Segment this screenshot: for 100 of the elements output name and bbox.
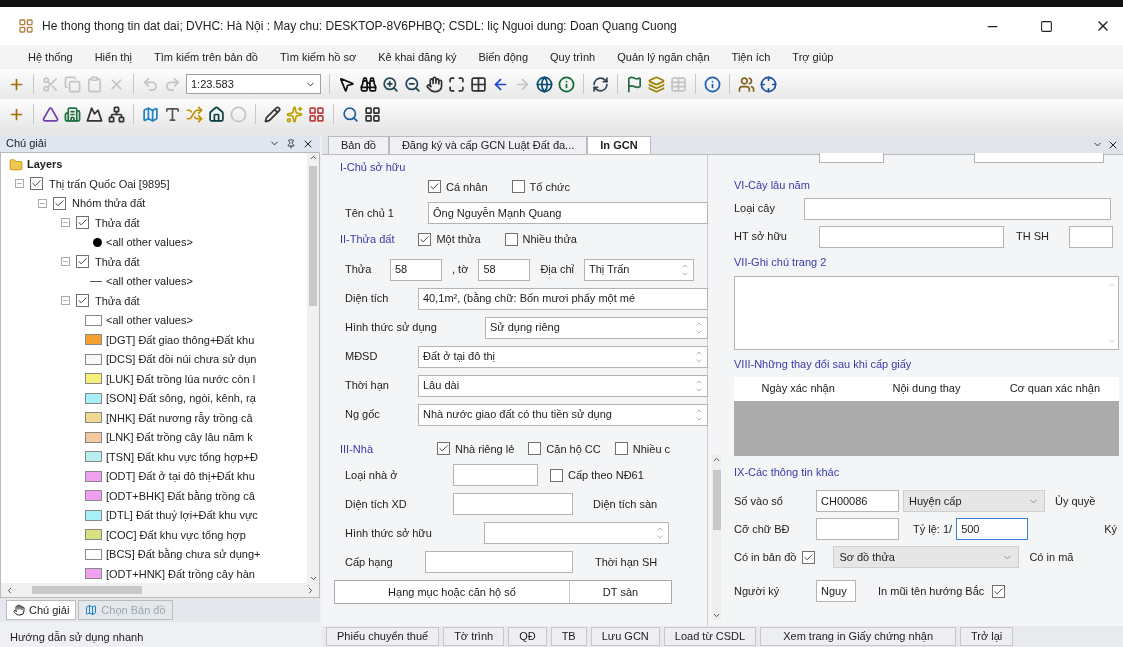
layer-label[interactable]: Thửa đất [95, 253, 140, 270]
globe-icon[interactable] [536, 75, 553, 93]
menu-item[interactable]: Quản lý ngăn chặn [617, 48, 710, 66]
input-field[interactable]: Đất ở tại đô thị [418, 345, 708, 368]
input-field[interactable] [484, 522, 669, 544]
layer-checkbox[interactable] [76, 216, 89, 230]
checkbox[interactable] [528, 442, 542, 456]
layer-checkbox[interactable] [30, 177, 43, 191]
home-icon[interactable] [208, 105, 225, 123]
input-field[interactable]: Sử dụng riêng [485, 316, 708, 339]
action-button[interactable]: QĐ [508, 627, 547, 646]
info-icon[interactable] [558, 75, 575, 93]
checkbox[interactable] [992, 584, 1006, 598]
pointer-icon[interactable] [338, 75, 355, 93]
menu-item[interactable]: Biến động [478, 48, 528, 66]
menu-item[interactable]: Tìm kiếm hồ sơ [279, 48, 357, 66]
menu-item[interactable]: Tiện ích [731, 48, 771, 66]
panel-tab[interactable]: Chú giải [6, 600, 77, 620]
text-icon[interactable] [164, 105, 181, 123]
users-icon[interactable] [738, 75, 755, 93]
input-field[interactable] [425, 551, 573, 573]
action-button[interactable]: TB [550, 627, 587, 646]
input-field[interactable] [804, 197, 1111, 220]
column-header[interactable]: Cơ quan xác nhận [990, 376, 1119, 401]
input-field[interactable]: Thị Trấn [584, 258, 694, 281]
layer-checkbox[interactable] [76, 294, 89, 308]
input-field[interactable]: 58 [390, 258, 442, 281]
scale-combo[interactable]: 1:23.583 [186, 74, 321, 94]
action-button[interactable]: Phiếu chuyển thuế [326, 627, 440, 646]
network-icon[interactable] [108, 105, 125, 123]
column-header[interactable]: Ngày xác nhận [734, 376, 863, 401]
vertical-scrollbar[interactable] [307, 153, 319, 583]
checkbox[interactable] [504, 232, 518, 246]
layer-checkbox[interactable] [53, 196, 66, 210]
zoom-out-icon[interactable] [404, 75, 421, 93]
input-field[interactable]: 40,1m², (bằng chữ: Bốn mươi phẩy một mé [418, 287, 708, 310]
input-field[interactable]: Nhà nước giao đất có thu tiền sử dụng [418, 403, 708, 426]
hand-icon[interactable] [426, 75, 443, 93]
scroll-thumb[interactable] [712, 470, 721, 530]
input-field[interactable] [1069, 225, 1113, 248]
shuffle-icon[interactable] [186, 105, 203, 123]
scroll-left-icon[interactable] [5, 585, 14, 595]
scroll-up-icon[interactable] [712, 455, 721, 464]
action-button[interactable]: Trở lại [960, 627, 1014, 646]
layer-label[interactable]: Thửa đất [95, 292, 140, 309]
grid-icon[interactable] [470, 75, 487, 93]
layer-label[interactable]: Thửa đất [95, 214, 140, 231]
checkbox[interactable] [418, 232, 432, 246]
action-button[interactable]: Tờ trình [443, 627, 505, 646]
action-button[interactable]: Load từ CSDL [663, 627, 757, 646]
column-header[interactable]: Nội dung thay [862, 376, 991, 401]
checkbox[interactable] [550, 468, 563, 482]
column-header[interactable]: Hạng mục hoặc căn hộ số [335, 581, 570, 603]
checkbox[interactable] [437, 442, 450, 456]
scroll-right-icon[interactable] [306, 585, 315, 595]
input-field[interactable]: 58 [478, 258, 531, 281]
menu-item[interactable]: Kê khai đăng ký [378, 48, 457, 66]
input-field[interactable] [974, 153, 1104, 163]
flag-icon[interactable] [626, 75, 643, 93]
coordinates-icon[interactable] [760, 75, 777, 93]
input-field[interactable]: Lâu dài [418, 374, 708, 397]
input-field[interactable]: 500 [956, 518, 1029, 540]
binoculars-icon[interactable] [360, 75, 377, 93]
map-icon[interactable] [142, 105, 159, 123]
input-field[interactable] [453, 464, 538, 486]
full-extent-icon[interactable] [448, 75, 465, 93]
checkbox[interactable] [614, 442, 628, 456]
maximize-icon[interactable] [1040, 19, 1053, 33]
pin-icon[interactable] [286, 138, 296, 149]
triangle-icon[interactable] [42, 105, 59, 123]
scroll-down-icon[interactable] [308, 574, 318, 583]
scroll-thumb[interactable] [309, 166, 317, 306]
action-button[interactable]: Lưu GCN [590, 627, 660, 646]
document-tab[interactable]: In GCN [587, 136, 651, 154]
input-field[interactable]: Ông Nguyễn Mạnh Quang [428, 202, 708, 224]
zoom-in-icon[interactable] [382, 75, 399, 93]
building-icon[interactable] [64, 105, 81, 123]
column-header[interactable]: DT sàn [570, 581, 671, 603]
help-icon[interactable] [704, 75, 721, 93]
input-field[interactable] [819, 153, 884, 163]
layer-label[interactable]: Thị trấn Quốc Oai [9895] [49, 175, 170, 192]
layer-label[interactable]: Nhóm thửa đất [72, 195, 146, 212]
search-icon[interactable] [342, 105, 359, 123]
input-field[interactable]: CH00086 [816, 490, 899, 512]
scroll-down-icon[interactable] [712, 611, 721, 620]
horizontal-scrollbar[interactable] [1, 583, 319, 597]
close-icon[interactable] [1107, 139, 1119, 151]
scroll-thumb[interactable] [32, 586, 142, 594]
action-button[interactable]: Xem trang in Giấy chứng nhận [760, 627, 956, 646]
window-icon[interactable] [364, 105, 381, 123]
dropdown[interactable]: Sơ đồ thửa [833, 546, 1020, 568]
menu-item[interactable]: Trợ giúp [792, 48, 834, 66]
menu-item[interactable]: Hiển thị [94, 48, 132, 66]
layers-icon[interactable] [648, 75, 665, 93]
input-field[interactable] [816, 518, 899, 540]
checkbox[interactable] [511, 180, 525, 194]
vertical-scrollbar[interactable] [712, 455, 721, 620]
document-tab[interactable]: Bản đồ [328, 136, 389, 154]
checkbox[interactable] [802, 550, 816, 564]
scroll-up-icon[interactable] [308, 153, 318, 162]
